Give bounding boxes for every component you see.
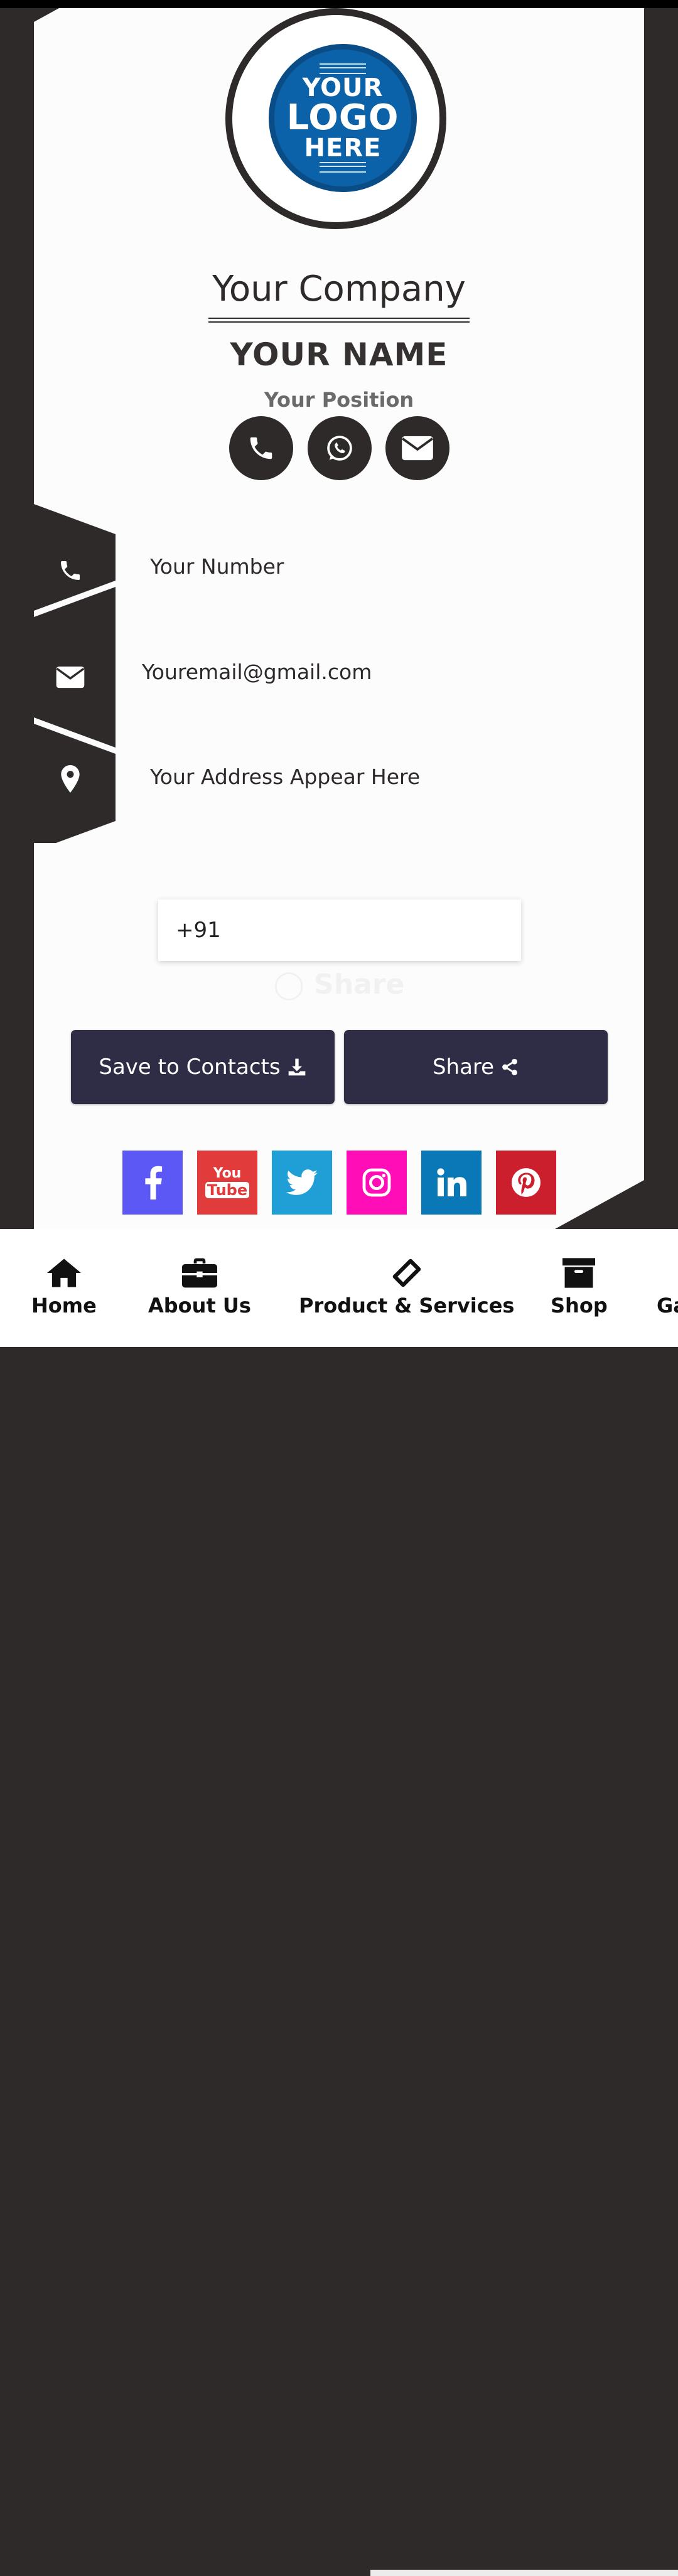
briefcase-icon: [181, 1258, 217, 1288]
whatsapp-share-ghost[interactable]: ◯ Share: [34, 969, 644, 1001]
whatsapp-button[interactable]: [308, 416, 372, 480]
home-icon: [46, 1258, 81, 1287]
nav-item-home[interactable]: Home: [31, 1257, 97, 1318]
call-button[interactable]: [229, 416, 293, 480]
pinterest-icon: [512, 1168, 541, 1197]
nav-item-product-services[interactable]: Product & Services: [299, 1257, 514, 1318]
person-position: Your Position: [264, 388, 414, 412]
instagram-link[interactable]: [347, 1151, 407, 1215]
share-button-label: Share: [432, 1055, 495, 1080]
share-icon: [502, 1058, 517, 1076]
sidebar-envelope-icon: [53, 660, 88, 695]
share-phone-input[interactable]: +91: [158, 899, 521, 961]
facebook-icon: [145, 1166, 163, 1199]
nav-label-product-services: Product & Services: [299, 1294, 515, 1318]
youtube-icon-top: You: [213, 1166, 242, 1181]
phone-prefix: +91: [176, 918, 221, 943]
horizontal-scrollbar[interactable]: [370, 2570, 678, 2576]
logo-text-line2: LOGO: [286, 97, 399, 138]
sidebar-phone-icon: [53, 553, 88, 588]
download-icon: [288, 1058, 305, 1076]
linkedin-link[interactable]: [421, 1151, 482, 1215]
instagram-icon: [362, 1168, 391, 1197]
twitter-link[interactable]: [272, 1151, 332, 1215]
linkedin-icon: [437, 1168, 466, 1196]
ghost-share-label: Share: [314, 969, 405, 1001]
nav-label-gallery: Ga: [657, 1294, 678, 1318]
company-name: Your Company: [212, 269, 466, 309]
whatsapp-icon: [327, 436, 352, 461]
contact-number[interactable]: Your Number: [150, 554, 284, 579]
facebook-link[interactable]: [122, 1151, 183, 1215]
sidebar-location-icon: [53, 761, 88, 797]
share-button[interactable]: Share: [344, 1030, 608, 1104]
business-card: YOUR LOGO HERE Your Company YOUR NAME Yo…: [34, 8, 644, 1229]
save-to-contacts-button[interactable]: Save to Contacts: [71, 1030, 335, 1104]
nav-label-about-us: About Us: [148, 1294, 251, 1318]
envelope-icon: [402, 436, 433, 461]
company-underline: [208, 318, 470, 323]
logo-text-line3: HERE: [304, 134, 382, 163]
logo-lines-bottom: [320, 162, 366, 173]
nav-label-home: Home: [31, 1294, 97, 1318]
logo-ring: YOUR LOGO HERE: [225, 8, 446, 229]
twitter-icon: [286, 1169, 318, 1195]
phone-icon: [250, 437, 272, 459]
whatsapp-ghost-icon: ◯: [273, 969, 304, 1001]
card-corner-decoration: [34, 8, 59, 22]
logo-text-line1: YOUR: [302, 73, 384, 102]
pinterest-link[interactable]: [496, 1151, 556, 1215]
email-button[interactable]: [385, 416, 449, 480]
ticket-icon: [392, 1258, 421, 1287]
youtube-link[interactable]: You Tube: [197, 1151, 257, 1215]
person-name: YOUR NAME: [230, 336, 448, 373]
status-bar: [0, 0, 678, 8]
company-logo: YOUR LOGO HERE: [269, 44, 417, 192]
nav-item-about-us[interactable]: About Us: [148, 1257, 251, 1318]
logo-lines-top: [320, 63, 366, 74]
save-button-label: Save to Contacts: [99, 1055, 281, 1080]
archive-box-icon: [562, 1258, 596, 1288]
nav-label-shop: Shop: [551, 1294, 608, 1318]
youtube-icon-bottom: Tube: [205, 1182, 250, 1198]
nav-item-shop[interactable]: Shop: [551, 1257, 608, 1318]
contact-email[interactable]: Youremail@gmail.com: [142, 660, 372, 684]
bottom-navigation: Home About Us Product & Services Shop Ga: [0, 1229, 678, 2576]
contact-address[interactable]: Your Address Appear Here: [150, 765, 420, 789]
nav-item-gallery[interactable]: Ga: [657, 1257, 678, 1318]
